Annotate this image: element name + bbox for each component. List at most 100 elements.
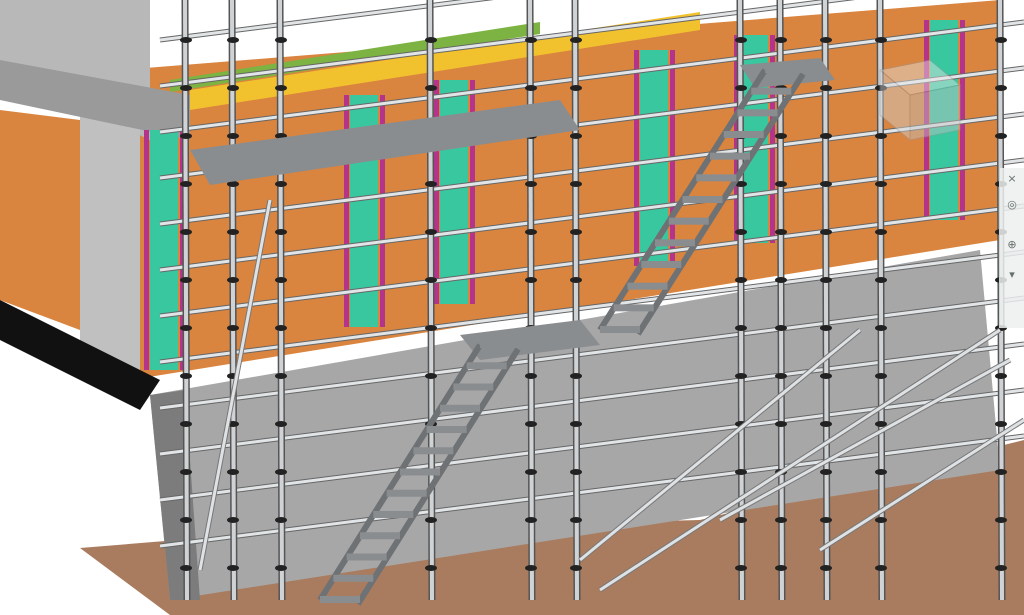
rosette-node [180,517,192,523]
rosette-node [570,37,582,43]
stair-tread [320,596,360,603]
rosette-node [820,325,832,331]
rosette-node [525,469,537,475]
rosette-node [275,229,287,235]
rosette-node [775,277,787,283]
rosette-node [180,133,192,139]
rosette-node [570,517,582,523]
rosette-node [875,517,887,523]
rosette-node [180,85,192,91]
stair-tread [613,304,654,312]
rosette-node [995,517,1007,523]
rosette-node [525,277,537,283]
stair-tread [668,217,709,225]
rosette-node [735,469,747,475]
rosette-node [180,373,192,379]
rosette-node [227,565,239,571]
formwork-waler [434,80,439,304]
stair-tread [480,341,520,348]
rosette-node [875,373,887,379]
stair-tread [600,326,640,333]
rosette-node [275,325,287,331]
rosette-node [995,373,1007,379]
rosette-node [775,37,787,43]
stair-tread [346,553,387,561]
rosette-node [995,133,1007,139]
rosette-node [735,517,747,523]
rosette-node [525,37,537,43]
rosette-node [775,133,787,139]
stair-tread [413,447,454,455]
rosette-node [227,469,239,475]
scaffold-3d-view[interactable] [0,0,1024,615]
rosette-node [180,37,192,43]
rosette-node [735,565,747,571]
rosette-node [820,277,832,283]
stair-tread [453,383,494,391]
rosette-node [775,181,787,187]
rosette-node [275,565,287,571]
rosette-node [995,469,1007,475]
rosette-node [820,85,832,91]
rosette-node [875,565,887,571]
rosette-node [820,469,832,475]
zoom-icon[interactable]: ⊕ [1002,238,1022,252]
rosette-node [525,565,537,571]
rosette-node [735,37,747,43]
rosette-node [275,277,287,283]
rosette-node [570,181,582,187]
rosette-node [525,517,537,523]
rosette-node [227,133,239,139]
stair-tread [426,426,467,433]
stair-tread [751,87,792,95]
rosette-node [227,85,239,91]
rosette-node [227,277,239,283]
rosette-node [875,469,887,475]
rosette-node [820,421,832,427]
rosette-node [180,229,192,235]
rosette-node [275,85,287,91]
model-viewport[interactable]: × ◎ ⊕ ▾ [0,0,1024,615]
rosette-node [525,373,537,379]
stair-tread [400,468,440,476]
column [80,90,140,380]
navigation-arrow-icon[interactable]: ▾ [1002,268,1022,282]
rosette-node [180,325,192,331]
rosette-node [425,37,437,43]
rosette-node [570,421,582,427]
rosette-node [180,277,192,283]
rosette-node [820,565,832,571]
rosette-node [275,37,287,43]
rosette-node [227,325,239,331]
rosette-node [820,229,832,235]
rosette-node [875,325,887,331]
rosette-node [525,229,537,235]
close-icon[interactable]: × [1002,172,1022,186]
rosette-node [820,517,832,523]
stair-tread [386,489,427,497]
stair-tread [360,532,400,540]
rosette-node [425,565,437,571]
rosette-node [570,469,582,475]
stair-tread [710,152,750,160]
rosette-node [425,181,437,187]
stair-tread [641,261,682,268]
rosette-node [875,229,887,235]
stair-tread [737,109,778,117]
rosette-node [570,133,582,139]
rosette-node [570,277,582,283]
rosette-node [775,229,787,235]
formwork-waler [144,130,149,370]
steering-wheel-icon[interactable]: ◎ [1002,198,1022,212]
rosette-node [735,229,747,235]
rosette-node [425,325,437,331]
rosette-node [775,421,787,427]
building-face [0,110,80,330]
rosette-node [995,421,1007,427]
stair-tread [466,362,507,370]
stair-tread [655,239,695,247]
stair-tread [440,404,480,412]
rosette-node [425,373,437,379]
rosette-node [425,517,437,523]
rosette-node [775,325,787,331]
